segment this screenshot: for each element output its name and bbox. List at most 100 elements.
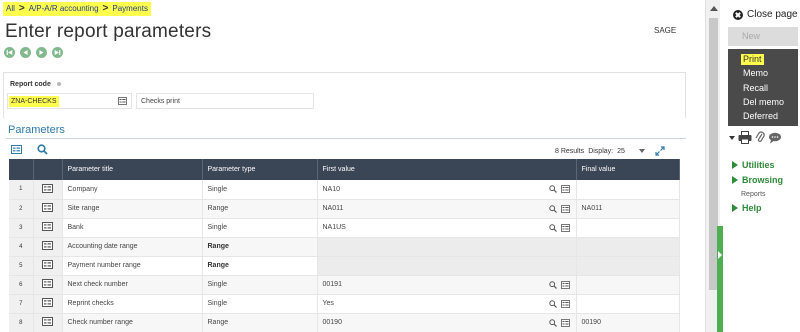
final-value-cell[interactable] (576, 180, 680, 200)
search-icon[interactable] (548, 204, 557, 213)
table-row[interactable]: 1 Company Single NA10 (9, 180, 680, 200)
row-detail-button[interactable] (33, 275, 63, 295)
expand-arrow-icon (732, 204, 738, 212)
expand-icon[interactable] (655, 146, 665, 156)
lookup-list-icon[interactable] (560, 299, 570, 308)
cell-actions (548, 223, 570, 232)
row-detail-button[interactable] (33, 180, 63, 200)
help-link[interactable]: Help (732, 203, 762, 213)
row-number: 8 (9, 313, 34, 332)
final-value-cell[interactable] (576, 294, 680, 314)
cell-actions (548, 318, 570, 327)
utilities-link[interactable]: Utilities (732, 160, 775, 170)
browsing-link[interactable]: Browsing (732, 175, 783, 185)
display-count-select[interactable]: 25 (617, 148, 645, 155)
row-detail-icon (42, 298, 53, 307)
breadcrumb-payments[interactable]: Payments (109, 2, 151, 16)
lookup-list-icon[interactable] (560, 280, 570, 289)
row-detail-button[interactable] (33, 313, 63, 332)
column-header-row-action (33, 159, 63, 180)
close-page-button[interactable]: Close page (733, 9, 798, 20)
first-value-cell[interactable]: 00191 (317, 275, 577, 295)
next-record-button[interactable] (36, 47, 47, 58)
expand-arrow-icon (732, 176, 738, 184)
search-icon[interactable] (548, 223, 557, 232)
breadcrumb-all[interactable]: All (3, 2, 18, 16)
panel-icon-row (729, 131, 782, 144)
table-row[interactable]: 7 Reprint checks Single Yes (9, 294, 680, 314)
table-row[interactable]: 6 Next check number Single 00191 (9, 275, 680, 295)
search-icon[interactable] (548, 280, 557, 289)
first-value-cell[interactable]: NA10 (317, 180, 577, 200)
parameter-title-cell: Site range (62, 199, 203, 219)
row-number: 1 (9, 180, 34, 200)
first-value: NA011 (322, 205, 344, 212)
reports-link[interactable]: Reports (741, 191, 766, 198)
first-record-button[interactable] (4, 47, 15, 58)
column-header-final-value[interactable]: Final value (576, 159, 680, 180)
printer-icon[interactable] (738, 131, 752, 144)
table-row[interactable]: 5 Payment number range Range (9, 256, 680, 276)
parameter-title-cell: Check number range (62, 313, 203, 332)
comment-icon[interactable] (768, 132, 782, 144)
new-button[interactable]: New (728, 27, 798, 46)
table-row[interactable]: 2 Site range Range NA011 NA011 (9, 199, 680, 219)
row-detail-button[interactable] (33, 218, 63, 238)
panel-toggle-arrow-icon (718, 251, 722, 259)
deferred-action[interactable]: Deferred (743, 111, 778, 122)
recall-action[interactable]: Recall (743, 83, 768, 94)
column-header-first-value[interactable]: First value (317, 159, 577, 180)
previous-record-icon (23, 50, 28, 55)
first-value-cell (317, 237, 577, 257)
first-value-cell[interactable]: NA011 (317, 199, 577, 219)
row-detail-button[interactable] (33, 237, 63, 257)
parameter-type-cell: Range (202, 256, 318, 276)
search-icon[interactable] (37, 144, 48, 155)
scroll-up-arrow-icon[interactable] (710, 6, 718, 11)
column-header-parameter-type[interactable]: Parameter type (202, 159, 318, 180)
final-value-cell[interactable]: 00190 (576, 313, 680, 332)
browsing-label: Browsing (742, 175, 784, 185)
parameter-type-cell: Range (202, 313, 318, 332)
row-detail-icon (42, 279, 53, 288)
first-value-cell[interactable]: Yes (317, 294, 577, 314)
card-view-icon[interactable] (11, 145, 22, 154)
row-detail-button[interactable] (33, 294, 63, 314)
parameter-type-cell: Range (202, 237, 318, 257)
table-row[interactable]: 8 Check number range Range 00190 00190 (9, 313, 680, 332)
chevron-down-icon (638, 149, 645, 153)
last-record-button[interactable] (52, 47, 63, 58)
row-detail-button[interactable] (33, 199, 63, 219)
memo-action[interactable]: Memo (743, 68, 768, 79)
panel-toggle-strip[interactable] (717, 226, 723, 332)
table-row[interactable]: 4 Accounting date range Range (9, 237, 680, 257)
del-memo-action[interactable]: Del memo (743, 97, 784, 108)
report-code-label: Report code (10, 81, 51, 88)
column-header-parameter-title[interactable]: Parameter title (62, 159, 203, 180)
final-value-cell[interactable]: NA011 (576, 199, 680, 219)
search-icon[interactable] (548, 185, 557, 193)
first-value: 00190 (322, 319, 342, 326)
table-row[interactable]: 3 Bank Single NA1US (9, 218, 680, 238)
final-value-cell[interactable] (576, 275, 680, 295)
lookup-list-icon[interactable] (118, 97, 127, 105)
final-value-cell[interactable] (576, 218, 680, 238)
search-icon[interactable] (548, 299, 557, 308)
parameter-type-cell: Range (202, 199, 318, 219)
first-value-cell[interactable]: NA1US (317, 218, 577, 238)
row-detail-button[interactable] (33, 256, 63, 276)
search-icon[interactable] (548, 318, 557, 327)
lookup-list-icon[interactable] (560, 318, 570, 327)
lookup-list-icon[interactable] (560, 185, 570, 193)
breadcrumb-ap-ar-accounting[interactable]: A/P-A/R accounting (25, 2, 102, 16)
lookup-list-icon[interactable] (560, 204, 570, 213)
report-code-field[interactable]: ZNA-CHECKS (7, 93, 132, 109)
print-action[interactable]: Print (741, 54, 764, 65)
previous-record-button[interactable] (20, 47, 31, 58)
cell-actions (548, 299, 570, 308)
grid-header-row: Parameter title Parameter type First val… (9, 159, 680, 180)
first-value-cell[interactable]: 00190 (317, 313, 577, 332)
attachment-icon[interactable] (755, 131, 765, 144)
lookup-list-icon[interactable] (560, 223, 570, 232)
dropdown-arrow-icon[interactable] (729, 135, 735, 140)
